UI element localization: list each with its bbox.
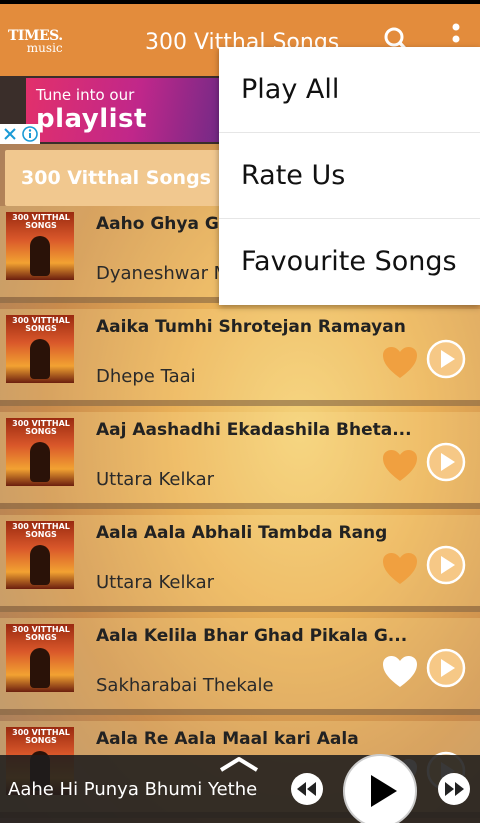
- album-art-figure: [30, 545, 50, 585]
- menu-item-play-all[interactable]: Play All: [219, 47, 480, 133]
- song-title: Aaj Aashadhi Ekadashila Bheta...: [96, 420, 412, 440]
- album-art-label: 300 VITTHAL SONGS: [12, 625, 70, 642]
- song-artist: Dhepe Taai: [96, 366, 196, 387]
- album-art: 300 VITTHAL SONGS: [6, 315, 74, 383]
- song-title: Aaika Tumhi Shrotejan Ramayan: [96, 317, 406, 337]
- heart-icon[interactable]: [381, 448, 419, 484]
- menu-item-favourite-songs[interactable]: Favourite Songs: [219, 219, 480, 305]
- ad-info-icon[interactable]: [20, 124, 40, 144]
- fast-forward-icon[interactable]: [437, 772, 471, 806]
- song-row[interactable]: 300 VITTHAL SONGS Aala Aala Abhali Tambda…: [0, 515, 480, 612]
- song-row[interactable]: 300 VITTHAL SONGS Aaj Aashadhi Ekadashila…: [0, 412, 480, 509]
- album-art-figure: [30, 339, 50, 379]
- album-art-figure: [30, 648, 50, 688]
- album-art: 300 VITTHAL SONGS: [6, 624, 74, 692]
- album-art-figure: [30, 236, 50, 276]
- overflow-menu: Play All Rate Us Favourite Songs: [219, 47, 480, 305]
- play-icon[interactable]: [426, 339, 466, 379]
- song-row[interactable]: 300 VITTHAL SONGS Aaika Tumhi Shrotejan R…: [0, 309, 480, 406]
- album-art-label: 300 VITTHAL SONGS: [12, 419, 70, 436]
- play-icon[interactable]: [342, 753, 418, 823]
- song-title: Aala Kelila Bhar Ghad Pikala G...: [96, 626, 408, 646]
- times-music-logo: TIMES. music: [8, 29, 63, 54]
- album-art: 300 VITTHAL SONGS: [6, 521, 74, 589]
- play-icon[interactable]: [426, 545, 466, 585]
- song-title: Aala Aala Abhali Tambda Rang: [96, 523, 388, 543]
- song-row[interactable]: 300 VITTHAL SONGS Aala Kelila Bhar Ghad P…: [0, 618, 480, 715]
- chevron-up-icon[interactable]: [218, 755, 260, 773]
- play-icon[interactable]: [426, 648, 466, 688]
- now-playing-title: Aahe Hi Punya Bhumi Yethe: [8, 779, 258, 800]
- app-screen: TIMES. music 300 Vitthal Songs Tune into…: [0, 0, 480, 823]
- heart-icon[interactable]: [381, 654, 419, 690]
- album-art: 300 VITTHAL SONGS: [6, 418, 74, 486]
- list-header-text: 300 Vitthal Songs 1/: [21, 167, 238, 189]
- play-icon[interactable]: [426, 442, 466, 482]
- album-art-label: 300 VITTHAL SONGS: [12, 213, 70, 230]
- menu-item-rate-us[interactable]: Rate Us: [219, 133, 480, 219]
- heart-icon[interactable]: [381, 551, 419, 587]
- song-artist: Sakharabai Thekale: [96, 675, 274, 696]
- album-art-label: 300 VITTHAL SONGS: [12, 522, 70, 539]
- album-art-label: 300 VITTHAL SONGS: [12, 316, 70, 333]
- song-title: Aala Re Aala Maal kari Aala: [96, 729, 359, 749]
- ad-creative[interactable]: Tune into our playlist: [26, 78, 226, 142]
- ad-close-icon[interactable]: [0, 124, 20, 144]
- rewind-icon[interactable]: [290, 772, 324, 806]
- album-art-label: 300 VITTHAL SONGS: [12, 728, 70, 745]
- heart-icon[interactable]: [381, 345, 419, 381]
- now-playing-bar: Aahe Hi Punya Bhumi Yethe: [0, 753, 480, 823]
- song-artist: Dyaneshwar M: [96, 263, 230, 284]
- ad-line2: playlist: [36, 104, 147, 134]
- album-art-figure: [30, 442, 50, 482]
- song-artist: Uttara Kelkar: [96, 469, 214, 490]
- ad-line1: Tune into our: [36, 86, 135, 104]
- album-art: 300 VITTHAL SONGS: [6, 212, 74, 280]
- song-artist: Uttara Kelkar: [96, 572, 214, 593]
